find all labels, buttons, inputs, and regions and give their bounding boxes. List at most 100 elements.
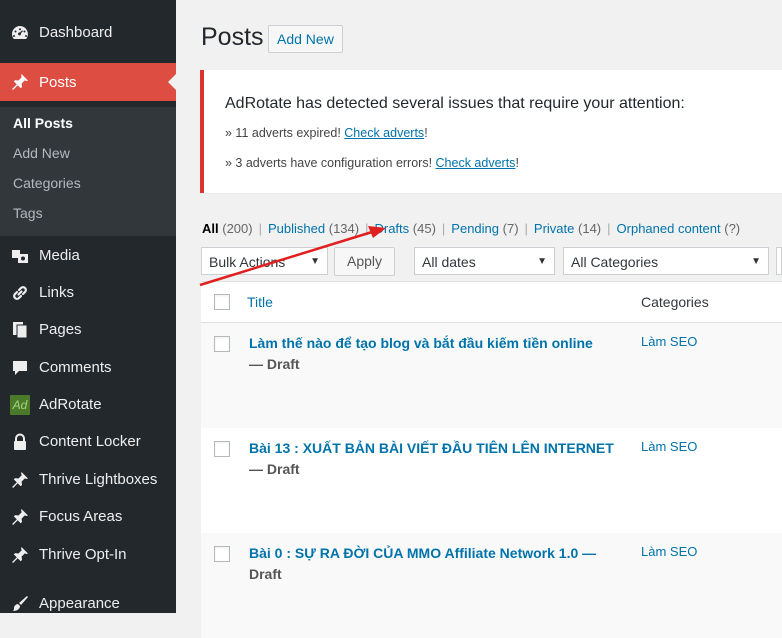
filter-count: (134) [328,221,360,236]
menu-label: Dashboard [39,24,113,41]
menu-label: Appearance [39,595,120,612]
submenu-all-posts[interactable]: All Posts [13,115,73,131]
table-row: Làm thế nào để tạo blog và bắt đầu kiếm … [201,323,782,428]
column-categories: Categories [641,294,709,310]
menu-pages[interactable]: Pages [0,311,176,348]
menu-dashboard[interactable]: Dashboard [0,14,176,51]
menu-label: Content Locker [39,433,141,450]
table-header: Title Categories [201,282,782,323]
notice-errors-end: ! [515,156,519,170]
post-category-link[interactable]: Làm SEO [641,439,697,454]
post-title-link[interactable]: Làm thế nào để tạo blog và bắt đầu kiếm … [249,335,593,351]
post-category-link[interactable]: Làm SEO [641,544,697,559]
category-filter-select[interactable]: All Categories ▼ [563,247,769,275]
filter-count: (45) [412,221,436,236]
comment-icon [10,358,30,378]
menu-label: Thrive Lightboxes [39,471,158,488]
notice-title: AdRotate has detected several issues tha… [225,95,685,112]
status-filters: All (200) | Published (134) | Drafts (45) | Pe… [202,221,741,236]
adrotate-icon: Ad [10,394,30,415]
date-filter-value: All dates [422,254,476,270]
menu-thrive-lightboxes[interactable]: Thrive Lightboxes [0,461,176,498]
bulk-actions-select[interactable]: Bulk Actions ▼ [201,247,328,275]
filter-button-edge[interactable] [776,247,782,275]
notice-expired-end: ! [424,126,428,140]
page-title: Posts [201,23,264,51]
check-adverts-link[interactable]: Check adverts [436,156,516,170]
date-filter-select[interactable]: All dates ▼ [414,247,555,275]
menu-comments[interactable]: Comments [0,349,176,386]
dropdown-arrow-icon: ▼ [751,256,761,267]
post-title-cell: Bài 13 : XUẤT BẢN BÀI VIẾT ĐẦU TIÊN LÊN … [249,438,629,480]
pages-icon [10,320,30,340]
post-state: — Draft [249,356,300,372]
post-category-link[interactable]: Làm SEO [641,334,697,349]
filter-pending[interactable]: Pending [451,221,499,236]
menu-label: Links [39,284,75,301]
filter-count: (14) [578,221,602,236]
submenu-add-new[interactable]: Add New [13,145,70,161]
column-title[interactable]: Title [247,294,273,310]
admin-sidebar: Dashboard Posts All Posts Add New Catego… [0,0,176,613]
menu-label: Pages [39,321,82,338]
filter-orphaned-content[interactable]: Orphaned content [617,221,721,236]
adrotate-notice: AdRotate has detected several issues tha… [200,70,782,193]
adrotate-logo: Ad [10,394,30,415]
menu-posts[interactable]: Posts [0,63,176,101]
post-title-link[interactable]: Bài 0 : SỰ RA ĐỜI CỦA MMO Affiliate Netw… [249,545,596,561]
submenu-tags[interactable]: Tags [13,205,43,221]
filter-all[interactable]: All [202,221,219,236]
filter-private[interactable]: Private [534,221,574,236]
menu-focus-areas[interactable]: Focus Areas [0,498,176,535]
pushpin-icon [10,470,30,490]
pushpin-icon [10,72,30,92]
menu-appearance[interactable]: Appearance [0,585,176,622]
filter-count: (?) [724,221,741,236]
paintbrush-icon [10,594,30,614]
select-all-checkbox[interactable] [214,294,230,310]
menu-media[interactable]: Media [0,237,176,274]
row-checkbox[interactable] [214,336,230,352]
row-checkbox[interactable] [214,546,230,562]
submenu-categories[interactable]: Categories [13,175,81,191]
filter-drafts[interactable]: Drafts [374,221,409,236]
notice-expired-text: » 11 adverts expired! [225,126,345,140]
dropdown-arrow-icon: ▼ [310,256,320,267]
category-filter-value: All Categories [571,254,659,270]
post-title-cell: Làm thế nào để tạo blog và bắt đầu kiếm … [249,333,629,375]
posts-submenu: All Posts Add New Categories Tags [0,107,176,236]
menu-content-locker[interactable]: Content Locker [0,423,176,460]
pushpin-icon [10,507,30,527]
notice-errors-line: » 3 adverts have configuration errors! C… [225,156,519,170]
table-row: Bài 0 : SỰ RA ĐỜI CỦA MMO Affiliate Netw… [201,533,782,638]
menu-adrotate[interactable]: Ad AdRotate [0,386,176,423]
posts-table: Title Categories Làm thế nào để tạo blog… [201,281,782,638]
link-icon [10,283,30,303]
menu-label: AdRotate [39,396,102,413]
pushpin-icon [10,545,30,565]
row-checkbox[interactable] [214,441,230,457]
menu-label: Thrive Opt-In [39,546,127,563]
menu-thrive-opt-in[interactable]: Thrive Opt-In [0,536,176,573]
apply-button[interactable]: Apply [334,247,395,276]
bulk-actions-value: Bulk Actions [209,254,286,270]
table-row: Bài 13 : XUẤT BẢN BÀI VIẾT ĐẦU TIÊN LÊN … [201,428,782,533]
filter-count: (200) [222,221,253,236]
menu-label: Media [39,247,80,264]
filter-count: (7) [502,221,519,236]
add-new-button[interactable]: Add New [268,25,343,53]
menu-links[interactable]: Links [0,274,176,311]
media-icon [10,246,30,266]
notice-expired-line: » 11 adverts expired! Check adverts! [225,126,428,140]
post-title-link[interactable]: Bài 13 : XUẤT BẢN BÀI VIẾT ĐẦU TIÊN LÊN … [249,440,614,456]
lock-icon [10,432,30,452]
check-adverts-link[interactable]: Check adverts [344,126,424,140]
notice-errors-text: » 3 adverts have configuration errors! [225,156,436,170]
post-state: Draft [249,566,282,582]
dropdown-arrow-icon: ▼ [537,256,547,267]
menu-label: Comments [39,359,112,376]
menu-label: Posts [39,73,77,91]
filter-published[interactable]: Published [268,221,325,236]
menu-label: Focus Areas [39,508,123,525]
dashboard-icon [10,23,30,43]
